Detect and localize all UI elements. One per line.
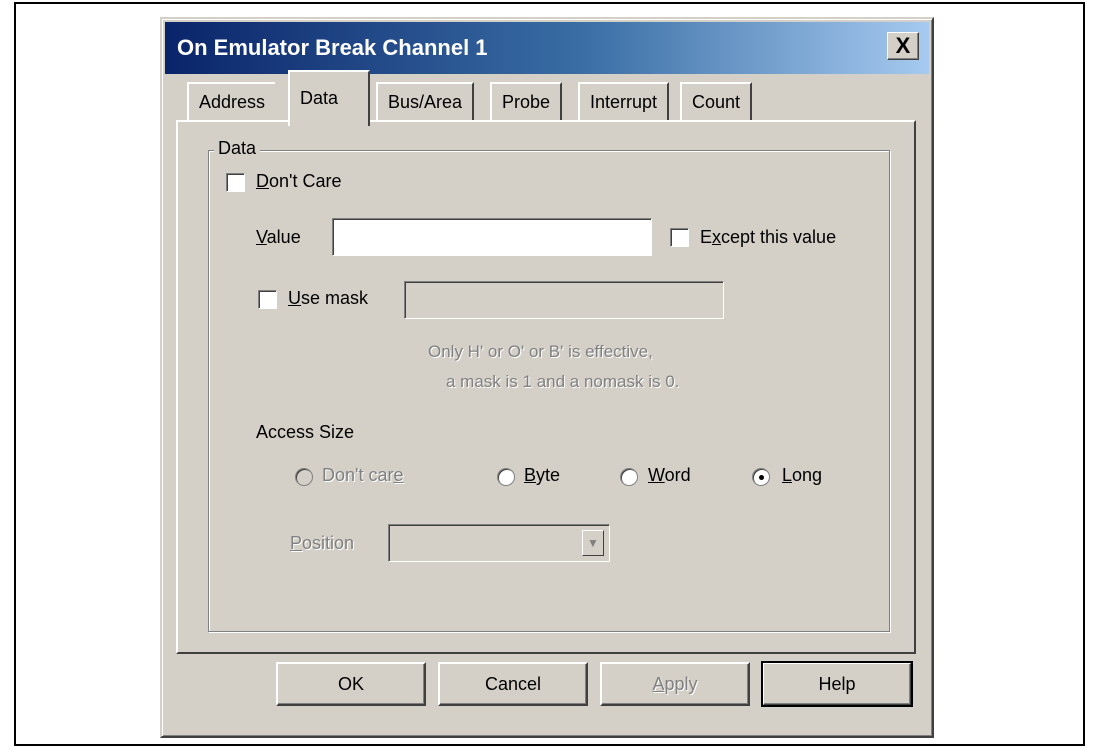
mask-input[interactable] xyxy=(404,281,724,319)
radio-dont-care-label: Don't care xyxy=(322,465,404,485)
radio-byte[interactable] xyxy=(497,468,515,486)
radio-selected-dot xyxy=(759,475,764,480)
tab-interrupt[interactable]: Interrupt xyxy=(578,82,670,120)
radio-dont-care[interactable] xyxy=(295,468,313,486)
tab-address[interactable]: Address xyxy=(187,82,276,120)
position-select[interactable] xyxy=(388,524,610,562)
mask-hint-line2: a mask is 1 and a nomask is 0. xyxy=(446,372,680,391)
title-bar: On Emulator Break Channel 1 X xyxy=(165,22,929,74)
tab-data[interactable]: Data xyxy=(288,70,370,126)
dont-care-label: Don't Care xyxy=(256,171,342,191)
tab-label: Data xyxy=(300,88,339,108)
radio-word[interactable] xyxy=(620,468,638,486)
ok-button[interactable]: OK xyxy=(276,662,426,706)
radio-byte-label: Byte xyxy=(524,465,561,485)
except-value-label: Except this value xyxy=(700,227,837,247)
position-label: Position xyxy=(290,533,355,553)
apply-button[interactable]: Apply xyxy=(600,662,750,706)
chevron-down-icon[interactable]: ▼ xyxy=(582,530,604,556)
mask-hint-line1: Only H' or O' or B' is effective, xyxy=(428,342,653,361)
dont-care-checkbox[interactable] xyxy=(226,173,245,192)
value-label: Value xyxy=(256,227,301,247)
group-label: Data xyxy=(214,138,261,159)
use-mask-label: Use mask xyxy=(288,288,369,308)
except-value-checkbox[interactable] xyxy=(670,228,689,247)
tab-label: Interrupt xyxy=(590,92,658,112)
tab-probe[interactable]: Probe xyxy=(490,82,563,120)
window-title: On Emulator Break Channel 1 xyxy=(177,35,488,60)
tab-label: Probe xyxy=(502,92,551,112)
cancel-button[interactable]: Cancel xyxy=(438,662,588,706)
radio-long[interactable] xyxy=(752,468,770,486)
radio-long-label: Long xyxy=(782,465,823,485)
use-mask-checkbox[interactable] xyxy=(258,290,277,309)
tab-label: Count xyxy=(692,92,741,112)
tab-label: Bus/Area xyxy=(388,92,463,112)
radio-word-label: Word xyxy=(648,465,691,485)
tab-bus-area[interactable]: Bus/Area xyxy=(376,82,475,120)
tab-label: Address xyxy=(199,92,266,112)
tab-count[interactable]: Count xyxy=(680,82,753,120)
help-button[interactable]: Help xyxy=(761,661,913,707)
value-input[interactable] xyxy=(332,218,652,256)
close-icon: X xyxy=(895,33,911,58)
access-size-label: Access Size xyxy=(256,422,355,442)
close-button[interactable]: X xyxy=(887,32,919,60)
